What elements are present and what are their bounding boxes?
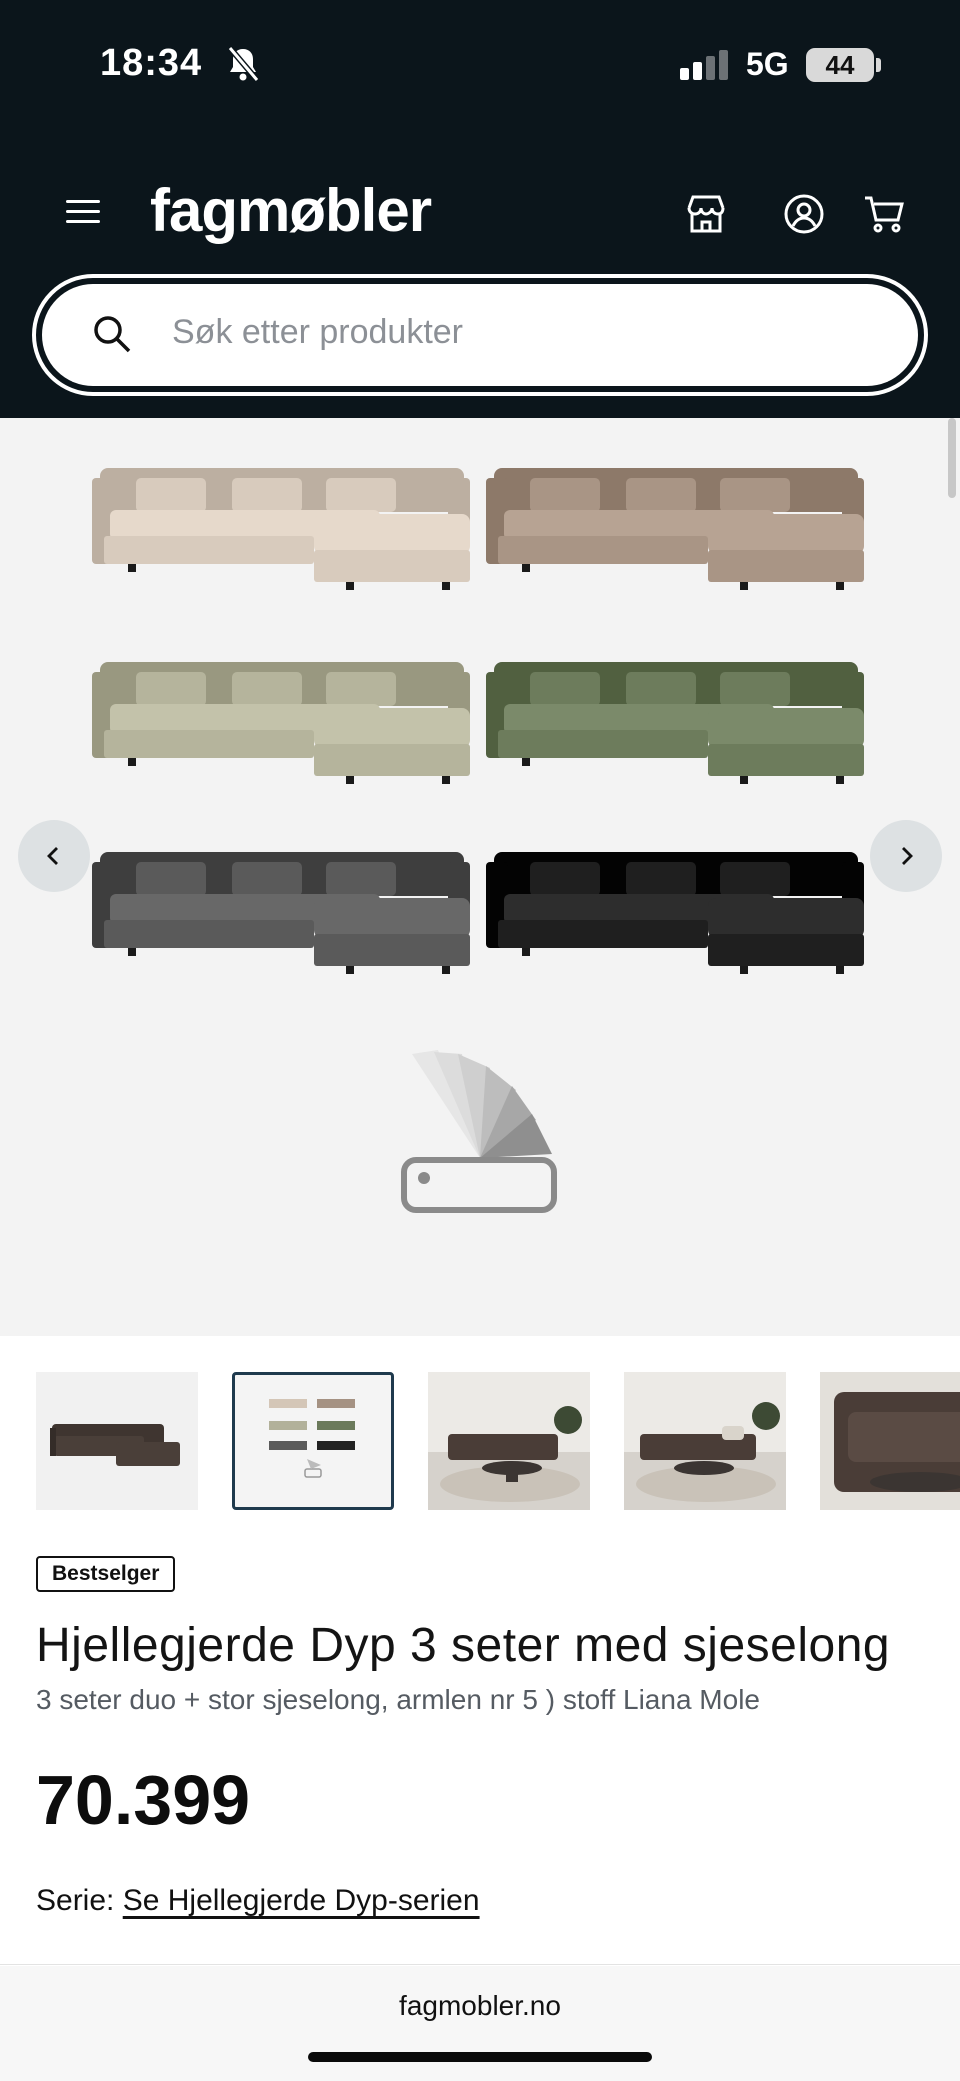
- fabric-swatch-icon: [398, 1048, 562, 1219]
- bell-muted-icon: [226, 46, 260, 87]
- bestseller-badge: Bestselger: [36, 1556, 176, 1592]
- page-scrollbar[interactable]: [948, 418, 956, 498]
- sofa-variant-image: [486, 658, 866, 788]
- browser-url[interactable]: fagmobler.no: [0, 1990, 960, 2022]
- store-icon[interactable]: [684, 192, 728, 236]
- search-bar: [32, 274, 928, 396]
- network-label: 5G: [746, 46, 789, 82]
- thumbnail-living-room-1[interactable]: [428, 1372, 590, 1510]
- site-logo[interactable]: fagmøbler: [150, 176, 432, 245]
- thumbnail-sofa-dark-brown[interactable]: [36, 1372, 198, 1510]
- search-input[interactable]: [172, 302, 872, 362]
- divider: [0, 1964, 960, 1965]
- cart-icon[interactable]: [862, 192, 906, 236]
- battery-nub: [876, 58, 881, 72]
- search-field-container: [42, 284, 918, 386]
- menu-icon[interactable]: [64, 194, 104, 230]
- series-label: Serie:: [36, 1884, 115, 1917]
- site-header: fagmøbler: [0, 130, 960, 418]
- sofa-variant-image: [486, 848, 866, 978]
- signal-icon: [680, 50, 732, 85]
- product-title: Hjellegjerde Dyp 3 seter med sjeselong: [36, 1619, 891, 1672]
- chevron-right-icon: [902, 847, 913, 865]
- sofa-variant-image: [92, 848, 472, 978]
- series-link[interactable]: Se Hjellegjerde Dyp-serien: [123, 1884, 480, 1917]
- product-price: 70.399: [36, 1761, 251, 1839]
- home-indicator[interactable]: [308, 2052, 652, 2062]
- status-bar: 18:34 5G 44: [0, 0, 960, 130]
- thumbnail-strip: [0, 1336, 960, 1536]
- sofa-variant-image: [92, 658, 472, 788]
- series-row: Serie: Se Hjellegjerde Dyp-serien: [36, 1884, 480, 1918]
- product-subtitle: 3 seter duo + stor sjeselong, armlen nr …: [36, 1684, 760, 1715]
- account-icon[interactable]: [782, 192, 826, 236]
- search-icon: [92, 314, 132, 359]
- sofa-variant-image: [92, 464, 472, 594]
- thumbnail-living-room-2[interactable]: [624, 1372, 786, 1510]
- product-image-gallery: [0, 418, 960, 1336]
- gallery-prev-button[interactable]: [18, 820, 90, 892]
- sofa-variant-image: [486, 464, 866, 594]
- chevron-left-icon: [47, 847, 58, 865]
- battery-icon: 44: [806, 48, 874, 82]
- thumbnail-color-variants[interactable]: [232, 1372, 394, 1510]
- status-time: 18:34: [100, 42, 203, 84]
- gallery-next-button[interactable]: [870, 820, 942, 892]
- thumbnail-sofa-detail[interactable]: [820, 1372, 960, 1510]
- browser-address-bar[interactable]: fagmobler.no: [0, 1966, 960, 2081]
